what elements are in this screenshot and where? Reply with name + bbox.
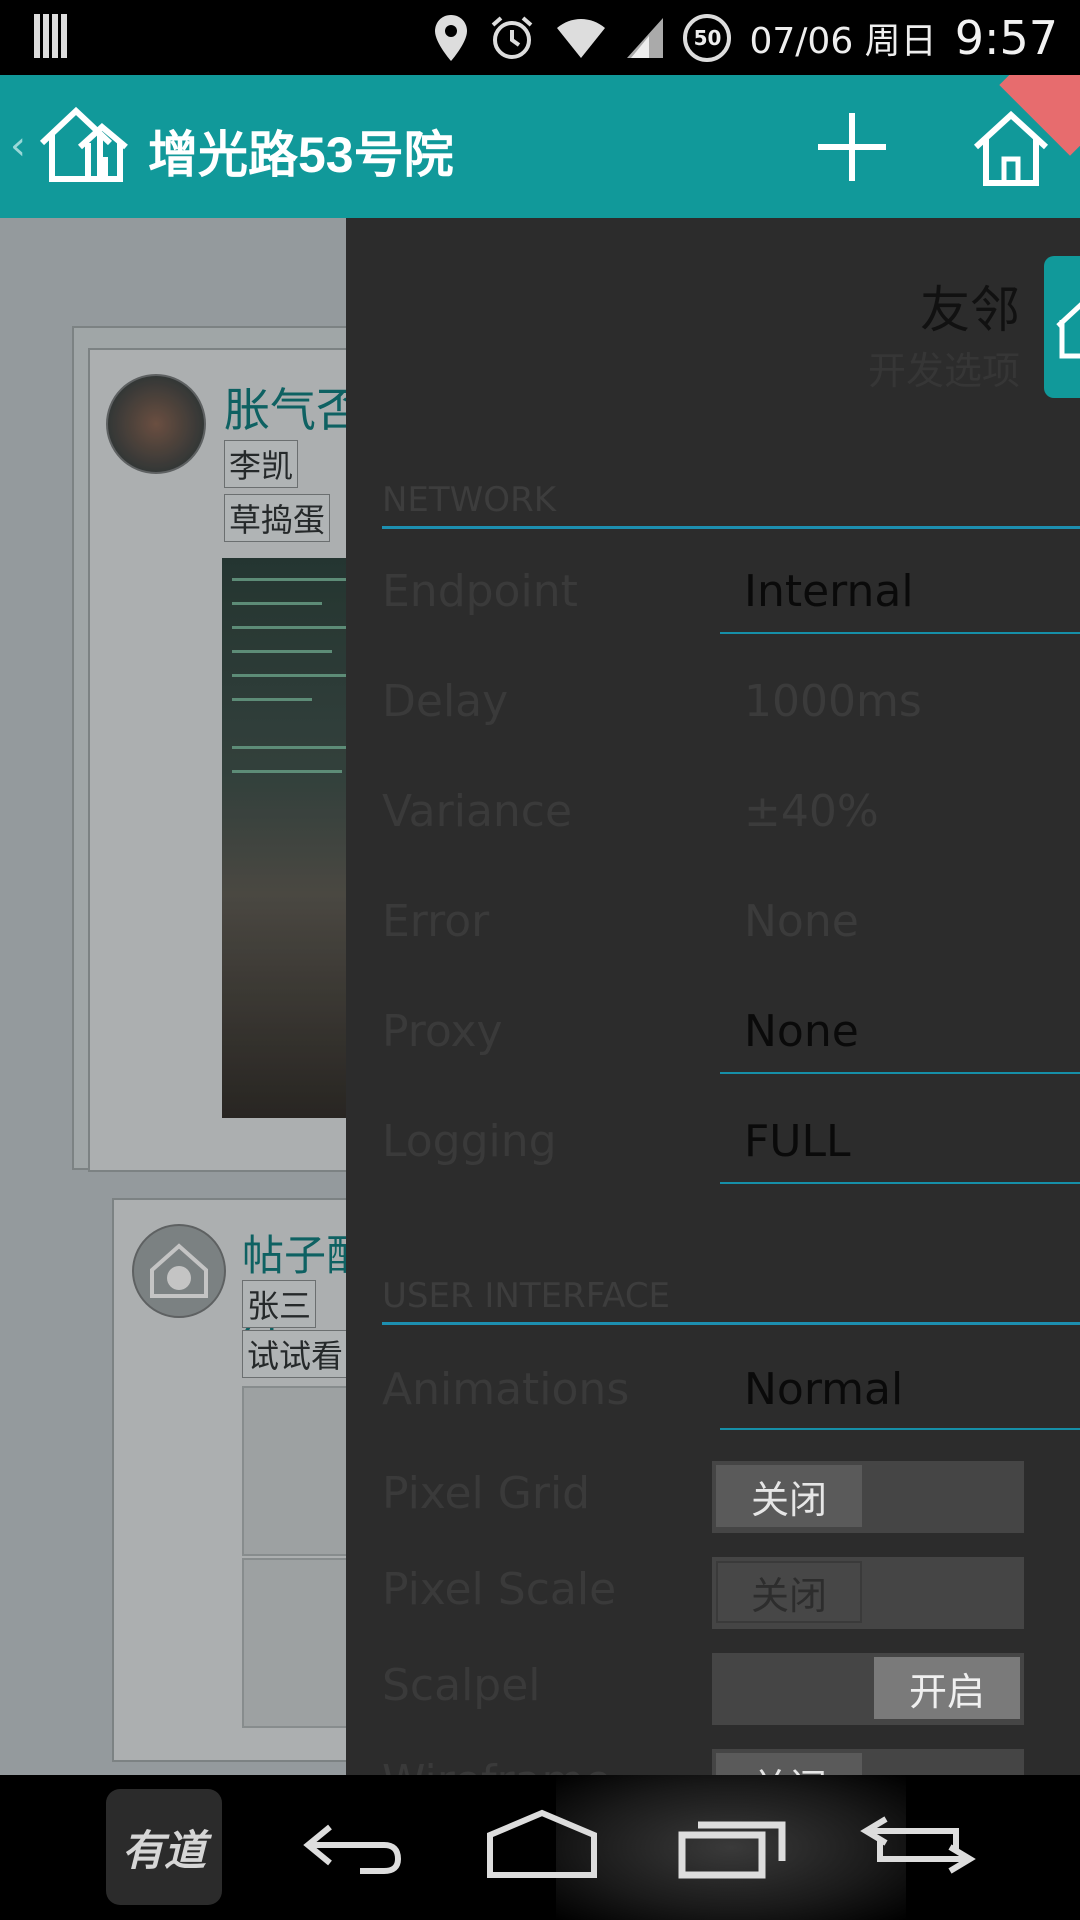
animations-label: Animations — [382, 1364, 630, 1415]
proxy-label: Proxy — [382, 1006, 503, 1057]
network-header: NETWORK — [382, 480, 556, 520]
variance-label: Variance — [382, 786, 573, 837]
drawer-subtitle: 开发选项 — [867, 349, 1020, 393]
home-icon — [1056, 302, 1080, 359]
section-divider — [382, 1322, 1080, 1325]
pixel-grid-label: Pixel Grid — [382, 1468, 591, 1519]
variance-select: ±40% — [744, 786, 879, 837]
endpoint-label: Endpoint — [382, 566, 578, 617]
status-date: 07/06 周日 — [749, 20, 937, 62]
back-chevron-icon[interactable]: ‹ — [10, 123, 26, 169]
error-select: None — [744, 896, 859, 947]
select-underline — [720, 1182, 1080, 1184]
select-underline — [720, 632, 1080, 634]
home-icon[interactable] — [486, 1805, 598, 1885]
home-icon[interactable] — [968, 105, 1054, 191]
proxy-select[interactable]: None — [744, 1006, 859, 1057]
animations-select[interactable]: Normal — [744, 1364, 903, 1415]
delay-select: 1000ms — [744, 676, 922, 727]
select-underline — [720, 1072, 1080, 1074]
ui-header: USER INTERFACE — [382, 1276, 671, 1316]
nav-bar: 有道 — [0, 1775, 1080, 1920]
home-logo-icon[interactable] — [36, 97, 132, 193]
endpoint-select[interactable]: Internal — [744, 566, 914, 617]
logging-select[interactable]: FULL — [744, 1116, 851, 1167]
pixel-scale-label: Pixel Scale — [382, 1564, 617, 1615]
alarm-icon — [492, 15, 533, 59]
wireframe-toggle[interactable]: 关闭 — [712, 1749, 1024, 1775]
rotate-icon[interactable] — [856, 1805, 980, 1885]
toggle-thumb: 关闭 — [716, 1561, 862, 1623]
app-bar: ‹ 增光路53号院 — [0, 75, 1080, 218]
youdao-icon[interactable]: 有道 — [106, 1789, 222, 1905]
toggle-thumb: 关闭 — [716, 1465, 862, 1527]
select-underline — [720, 1428, 1080, 1430]
status-bar: 50 07/06 周日 9:57 — [0, 0, 1080, 75]
section-divider — [382, 526, 1080, 529]
logging-label: Logging — [382, 1116, 557, 1167]
drawer-handle[interactable] — [1044, 256, 1080, 398]
error-label: Error — [382, 896, 490, 947]
delay-label: Delay — [382, 676, 509, 727]
pixel-scale-toggle: 关闭 — [712, 1557, 1024, 1629]
battery-badge: 50 — [683, 13, 732, 62]
wifi-icon — [557, 18, 606, 58]
drawer-app-name: 友邻 — [920, 281, 1020, 339]
pixel-grid-toggle[interactable]: 关闭 — [712, 1461, 1024, 1533]
add-icon[interactable] — [810, 105, 894, 189]
scalpel-toggle[interactable]: 开启 — [712, 1653, 1024, 1725]
status-time: 9:57 — [954, 10, 1058, 65]
signal-bars-icon — [34, 14, 74, 58]
toggle-thumb: 开启 — [874, 1657, 1020, 1719]
debug-drawer: 友邻 开发选项 NETWORK Endpoint Internal Delay … — [346, 218, 1080, 1775]
page-title: 增光路53号院 — [148, 127, 454, 183]
recents-icon[interactable] — [678, 1805, 788, 1885]
wireframe-label: Wireframe — [382, 1756, 611, 1775]
toggle-thumb: 关闭 — [716, 1753, 862, 1775]
back-icon[interactable] — [300, 1805, 404, 1885]
location-icon — [435, 14, 468, 61]
scalpel-label: Scalpel — [382, 1660, 541, 1711]
cell-signal-icon — [627, 17, 664, 58]
